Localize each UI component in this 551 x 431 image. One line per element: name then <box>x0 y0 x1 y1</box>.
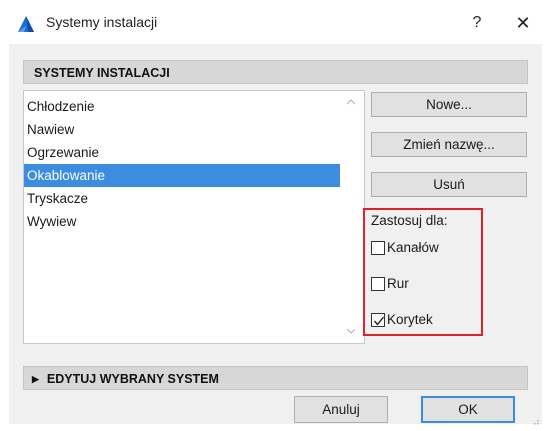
resize-grip-icon[interactable] <box>531 413 539 425</box>
systems-section-header: SYSTEMY INSTALACJI <box>23 60 528 84</box>
checkbox-box[interactable] <box>371 241 385 255</box>
list-item-selected[interactable]: Okablowanie <box>24 164 340 187</box>
cancel-button[interactable]: Anuluj <box>294 396 388 423</box>
triangle-right-icon: ▶ <box>32 374 39 384</box>
checkbox-label: Kanałów <box>387 240 439 255</box>
chevron-up-icon[interactable] <box>346 97 356 108</box>
list-item[interactable]: Chłodzenie <box>24 95 340 118</box>
edit-system-label: EDYTUJ WYBRANY SYSTEM <box>46 372 219 386</box>
delete-button[interactable]: Usuń <box>371 172 527 197</box>
checkbox-label: Rur <box>387 276 409 291</box>
list-item[interactable]: Wywiew <box>24 210 340 233</box>
ok-button[interactable]: OK <box>421 396 515 423</box>
checkbox-label: Korytek <box>387 312 433 327</box>
help-button[interactable]: ? <box>459 10 495 36</box>
checkbox-box-checked[interactable] <box>371 313 385 327</box>
systems-list[interactable]: Chłodzenie Nawiew Ogrzewanie Okablowanie… <box>23 90 365 344</box>
list-item[interactable]: Ogrzewanie <box>24 141 340 164</box>
apply-for-group: Zastosuj dla: Kanałów Rur Korytek <box>363 208 483 336</box>
new-button[interactable]: Nowe... <box>371 92 527 117</box>
edit-system-section-header[interactable]: ▶ EDYTUJ WYBRANY SYSTEM <box>23 366 528 390</box>
apply-for-label: Zastosuj dla: <box>371 213 448 228</box>
title-bar: Systemy instalacji ? ✕ <box>0 0 551 44</box>
window-title: Systemy instalacji <box>46 14 158 30</box>
checkbox-box[interactable] <box>371 277 385 291</box>
list-item[interactable]: Nawiew <box>24 118 340 141</box>
archicad-logo-icon <box>16 14 36 34</box>
dialog-body: SYSTEMY INSTALACJI Chłodzenie Nawiew Ogr… <box>9 44 542 425</box>
rename-button[interactable]: Zmień nazwę... <box>371 132 527 157</box>
close-button[interactable]: ✕ <box>505 10 541 36</box>
list-item[interactable]: Tryskacze <box>24 187 340 210</box>
chevron-down-icon[interactable] <box>346 326 356 337</box>
checkmark-icon <box>373 316 385 326</box>
